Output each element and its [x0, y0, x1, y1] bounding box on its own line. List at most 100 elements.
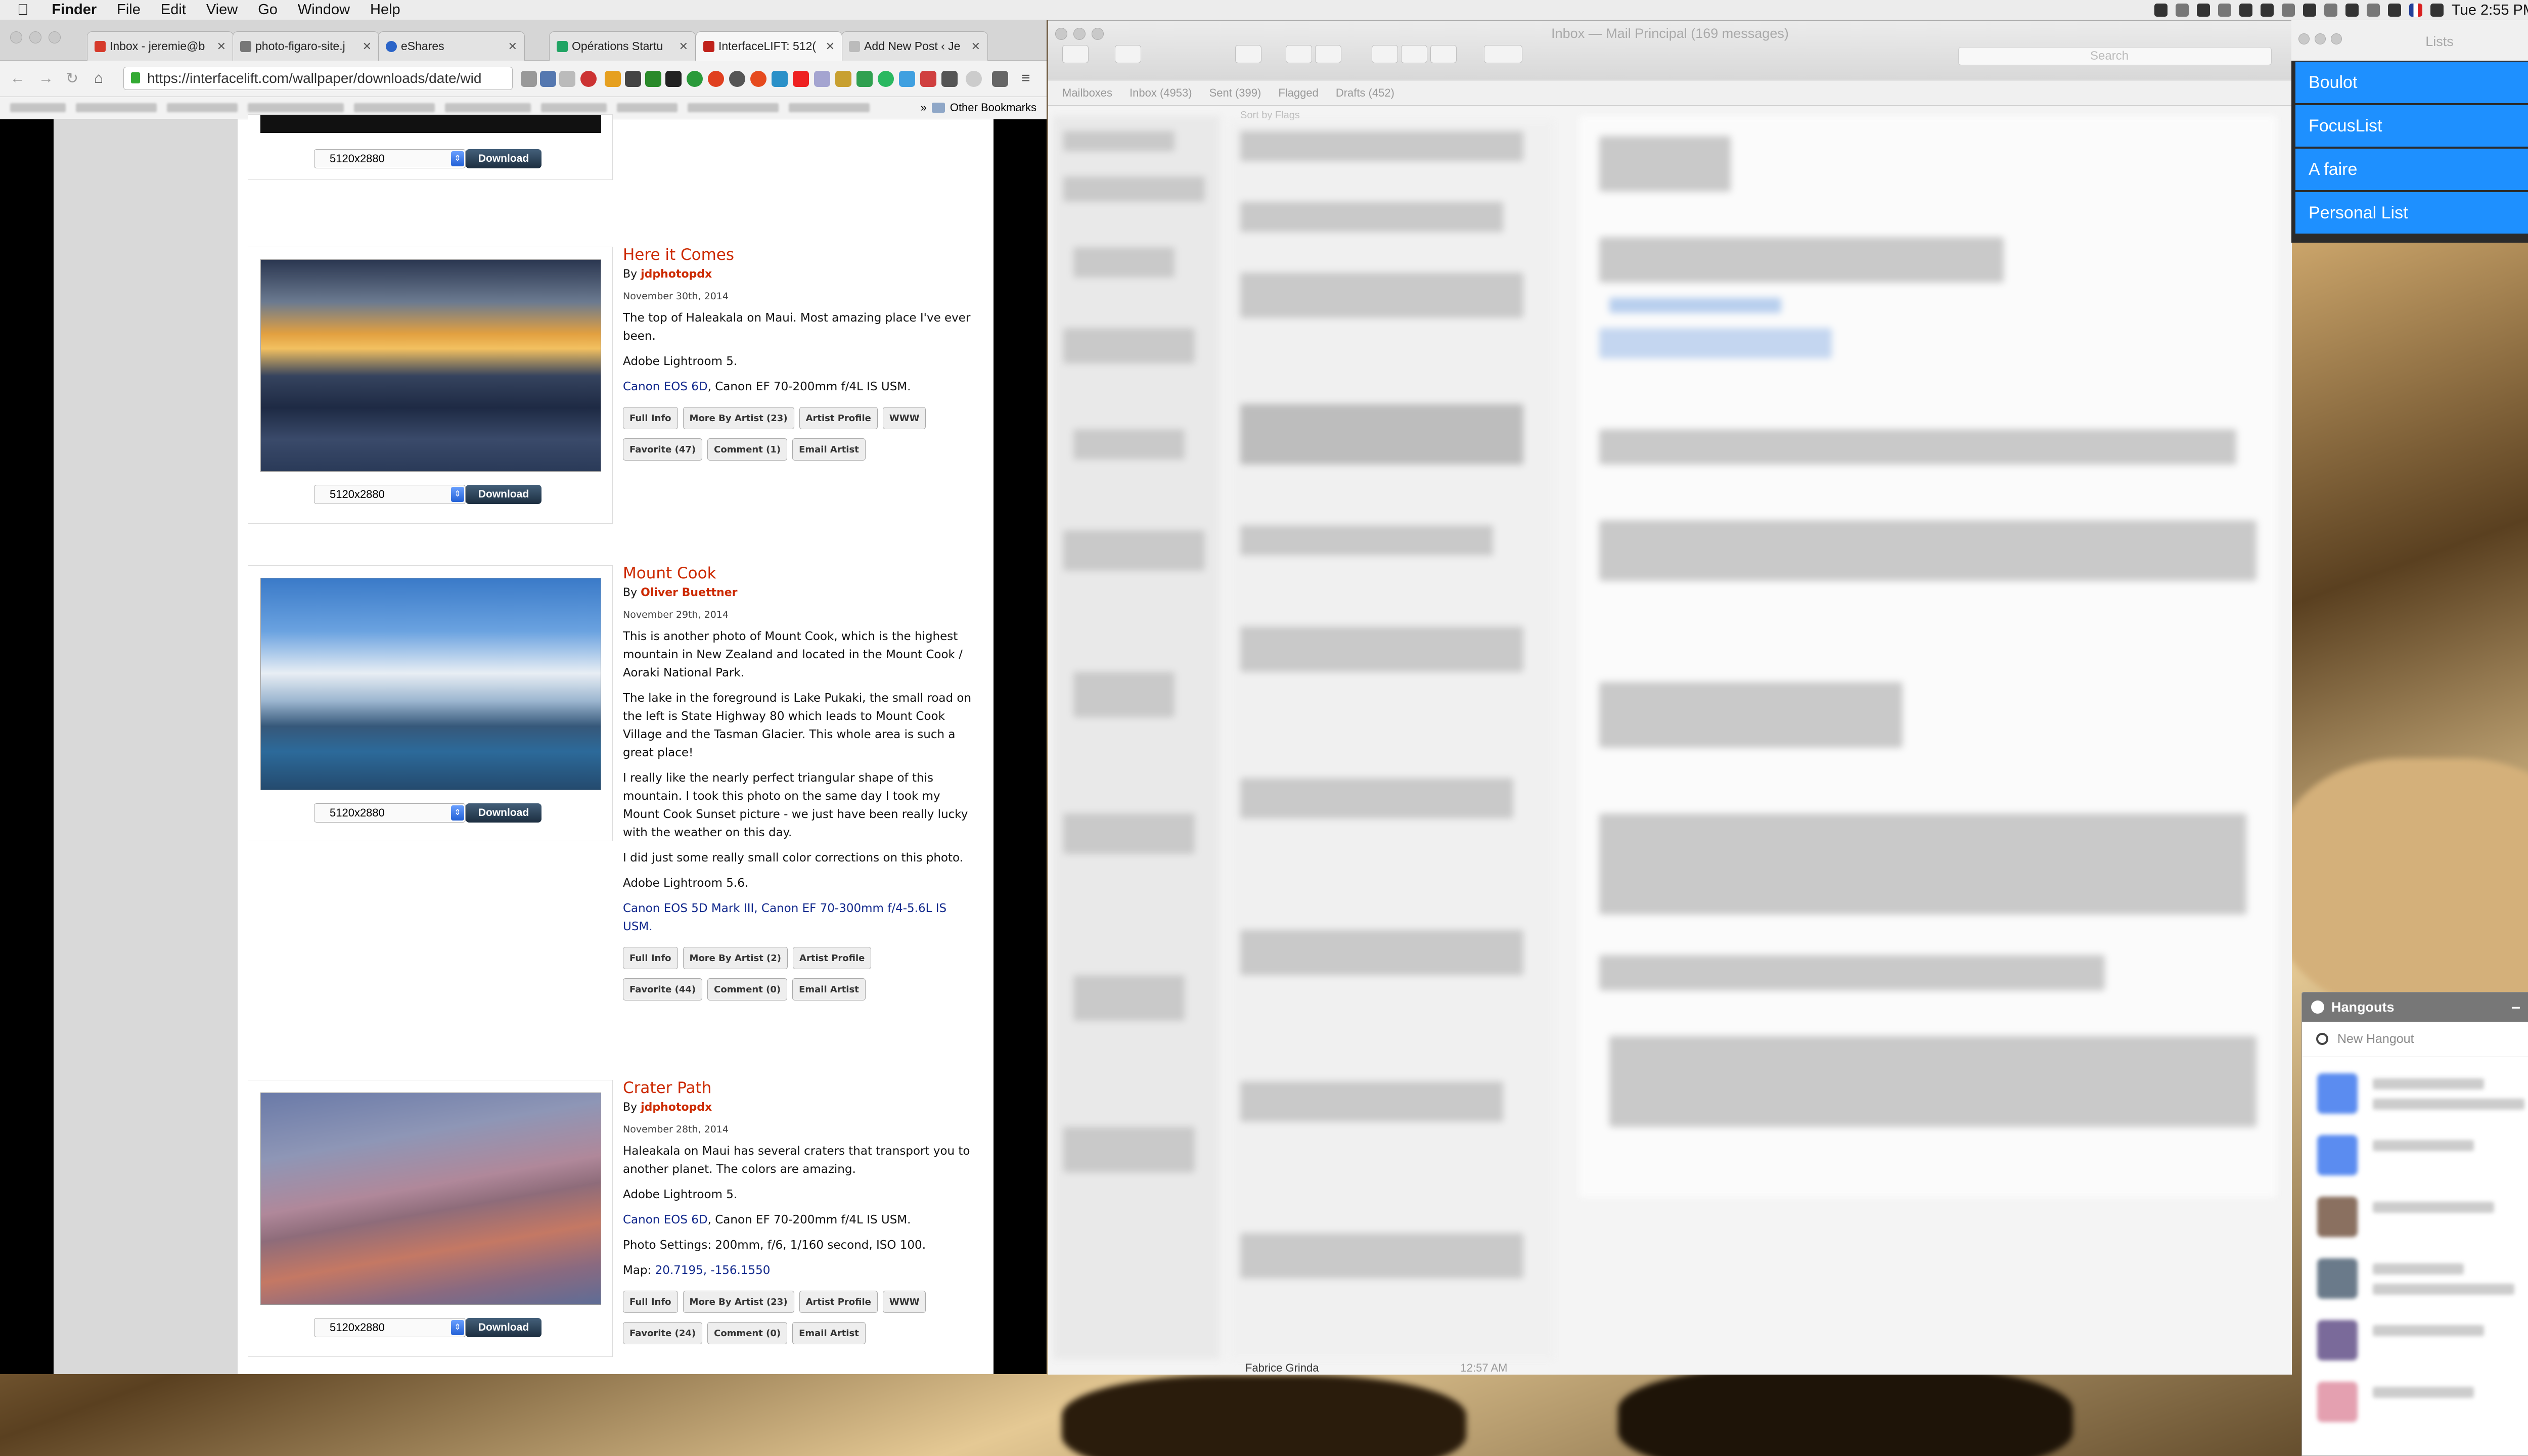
sender-name[interactable]: Fabrice Grinda	[1245, 1361, 1319, 1375]
contact-row[interactable]	[2317, 1372, 2528, 1427]
bookmark-item[interactable]	[248, 103, 344, 112]
drafts-favorite[interactable]: Drafts (452)	[1336, 86, 1394, 100]
tab-close-icon[interactable]: ✕	[971, 40, 980, 53]
author-link[interactable]: jdphotopdx	[641, 268, 712, 281]
extension-icon[interactable]	[814, 71, 830, 87]
list-item-a-faire[interactable]: A faire21	[2295, 149, 2528, 190]
status-icon[interactable]	[2218, 4, 2232, 17]
camera-link[interactable]: Canon EOS 5D Mark III, Canon EF 70-300mm…	[623, 902, 946, 933]
status-icon[interactable]	[2197, 4, 2210, 17]
status-icon[interactable]	[2324, 4, 2338, 17]
download-button[interactable]: Download	[466, 485, 541, 504]
back-icon[interactable]: ←	[10, 70, 25, 87]
bookmark-item[interactable]	[789, 103, 870, 112]
close-window-button[interactable]	[10, 31, 22, 43]
more-by-artist-button[interactable]: More By Artist (23)	[683, 1291, 794, 1313]
tab-inbox[interactable]: Inbox - jeremie@b ✕	[87, 31, 234, 61]
mailboxes-button[interactable]: Mailboxes	[1062, 86, 1112, 100]
contact-row[interactable]	[2317, 1187, 2528, 1242]
extension-icon[interactable]	[941, 71, 958, 87]
mailbox-item[interactable]	[1063, 328, 1195, 363]
author-link[interactable]: jdphotopdx	[641, 1101, 712, 1114]
extension-icon[interactable]	[835, 71, 851, 87]
mailbox-item[interactable]	[1073, 672, 1175, 717]
camera-link[interactable]: Canon EOS 6D	[623, 380, 708, 393]
wallpaper-thumbnail-crater-path[interactable]	[260, 1093, 601, 1305]
forward-icon[interactable]	[1430, 45, 1457, 63]
app-menu[interactable]: Finder	[42, 2, 107, 18]
wallpaper-thumbnail-mount-cook[interactable]	[260, 578, 601, 790]
trash-icon[interactable]	[1286, 45, 1312, 63]
inbox-favorite[interactable]: Inbox (4953)	[1130, 86, 1192, 100]
comment-button[interactable]: Comment (0)	[707, 978, 788, 1000]
star-icon[interactable]	[559, 71, 575, 87]
cloud-icon[interactable]	[2345, 4, 2359, 17]
wallpaper-thumbnail[interactable]	[260, 115, 601, 133]
tab-operations[interactable]: Opérations Startu ✕	[549, 31, 696, 61]
extension-icon[interactable]	[920, 71, 936, 87]
extension-icon[interactable]	[665, 71, 682, 87]
www-button[interactable]: WWW	[882, 1291, 926, 1313]
mailbox-item[interactable]	[1063, 176, 1205, 202]
home-icon[interactable]: ⌂	[94, 70, 103, 87]
tab-photo-figaro[interactable]: photo-figaro-site.j ✕	[233, 31, 379, 61]
tab-close-icon[interactable]: ✕	[679, 40, 688, 53]
full-info-button[interactable]: Full Info	[623, 1291, 678, 1313]
extension-icon[interactable]	[793, 71, 809, 87]
download-button[interactable]: Download	[466, 149, 541, 168]
minimize-window-button[interactable]	[2315, 33, 2326, 44]
tab-close-icon[interactable]: ✕	[826, 40, 835, 53]
mailbox-item[interactable]	[1063, 530, 1205, 571]
battery-icon[interactable]	[2303, 4, 2317, 17]
tab-add-new-post[interactable]: Add New Post ‹ Je ✕	[841, 31, 988, 61]
tab-close-icon[interactable]: ✕	[217, 40, 226, 53]
extension-icon[interactable]	[856, 71, 873, 87]
more-by-artist-button[interactable]: More By Artist (23)	[683, 407, 794, 429]
extension-icon[interactable]	[580, 71, 597, 87]
mailbox-item[interactable]	[1063, 813, 1195, 854]
wifi-icon[interactable]	[2388, 4, 2402, 17]
wallpaper-title[interactable]: Mount Cook	[623, 564, 972, 582]
full-info-button[interactable]: Full Info	[623, 947, 678, 969]
mail-search-input[interactable]: Search	[1958, 47, 2272, 65]
comment-button[interactable]: Comment (0)	[707, 1322, 788, 1344]
contact-row[interactable]	[2317, 1310, 2528, 1366]
menu-go[interactable]: Go	[248, 2, 288, 18]
bookmark-item[interactable]	[617, 103, 678, 112]
bookmark-item[interactable]	[167, 103, 238, 112]
zoom-window-button[interactable]	[2331, 33, 2342, 44]
extension-icon[interactable]	[899, 71, 915, 87]
status-icon[interactable]	[2154, 4, 2168, 17]
menu-window[interactable]: Window	[288, 2, 360, 18]
tab-eshares[interactable]: eShares ✕	[378, 31, 525, 61]
message-row[interactable]	[1240, 272, 1523, 318]
message-row[interactable]	[1240, 404, 1523, 465]
artist-profile-button[interactable]: Artist Profile	[799, 1291, 878, 1313]
resolution-select[interactable]: 5120x2880 ⇕	[314, 1318, 466, 1337]
message-row[interactable]	[1240, 202, 1503, 232]
extension-icon[interactable]	[878, 71, 894, 87]
map-link[interactable]: 20.7195, -156.1550	[655, 1264, 771, 1277]
wallpaper-thumbnail-here-it-comes[interactable]	[260, 259, 601, 472]
bookmark-item[interactable]	[76, 103, 157, 112]
address-bar[interactable]: https://interfacelift.com/wallpaper/down…	[123, 67, 513, 90]
mailbox-item[interactable]	[1063, 131, 1175, 151]
mailbox-item[interactable]	[1073, 247, 1175, 278]
wallpaper-title[interactable]: Crater Path	[623, 1079, 972, 1097]
get-mail-icon[interactable]	[1062, 45, 1089, 63]
extension-icon[interactable]	[729, 71, 745, 87]
extension-icon[interactable]	[521, 71, 537, 87]
menu-edit[interactable]: Edit	[151, 2, 196, 18]
extension-icon[interactable]	[772, 71, 788, 87]
contact-row[interactable]	[2317, 1248, 2528, 1304]
full-info-button[interactable]: Full Info	[623, 407, 678, 429]
apple-menu-icon[interactable]: 	[0, 2, 42, 19]
message-row[interactable]	[1240, 525, 1493, 556]
author-link[interactable]: Oliver Buettner	[641, 586, 737, 599]
bookmark-item[interactable]	[688, 103, 779, 112]
mailbox-sidebar[interactable]	[1053, 116, 1220, 1359]
new-hangout-input[interactable]: New Hangout	[2302, 1022, 2528, 1057]
chevron-right-icon[interactable]: »	[921, 101, 927, 114]
menu-help[interactable]: Help	[360, 2, 411, 18]
menu-view[interactable]: View	[196, 2, 248, 18]
